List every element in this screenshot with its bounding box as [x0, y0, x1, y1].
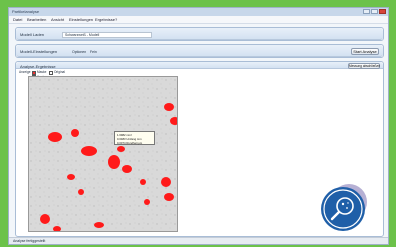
minimize-button[interactable]: [363, 9, 370, 14]
finish-measurement-button[interactable]: Messung abschließen: [348, 63, 380, 69]
tooltip-roundness: 0.0074 Rundheit µm: [117, 141, 143, 145]
model-file-value: Schwarzweiß - Modell: [65, 33, 100, 37]
mask-checkbox[interactable]: [32, 70, 36, 75]
option-value[interactable]: Fein: [90, 50, 97, 54]
menu-item-results[interactable]: Ergebnisse: [95, 17, 115, 22]
menu-item-file[interactable]: Datei: [13, 17, 22, 22]
model-load-title: Modell Laden: [20, 32, 45, 37]
analysis-logo-icon: [321, 184, 367, 231]
model-file-field[interactable]: Schwarzweiß - Modell: [62, 32, 152, 38]
close-button[interactable]: [379, 9, 386, 14]
results-title: Analyse-Ergebnisse: [20, 63, 56, 69]
start-analysis-button[interactable]: Start Analyse: [351, 48, 379, 55]
model-settings-panel: Modell-Einstellungen Optionen Fein Start…: [15, 44, 384, 58]
menu-item-view[interactable]: Ansicht: [51, 17, 64, 22]
model-load-panel: Modell Laden Schwarzweiß - Modell: [15, 27, 384, 41]
menu-item-settings[interactable]: Einstellungen: [69, 17, 93, 22]
original-label: Original: [54, 70, 65, 74]
results-header: [16, 62, 383, 69]
menu-item-help[interactable]: ?: [115, 17, 117, 22]
model-settings-title: Modell-Einstellungen: [20, 49, 58, 54]
status-text: Analyse fertiggestellt: [13, 239, 46, 243]
menu-item-edit[interactable]: Bearbeiten: [27, 17, 46, 22]
menu-bar: Datei Bearbeiten Ansicht Einstellungen E…: [9, 16, 388, 24]
measurement-tooltip: 1.6982 mm² 0.0483 Umfang mm 0.0074 Rundh…: [114, 131, 155, 145]
maximize-button[interactable]: [371, 9, 378, 14]
view-label: Anzeige: [19, 70, 31, 74]
mask-label: Maske: [37, 70, 47, 74]
analysis-image[interactable]: 1.6982 mm² 0.0483 Umfang mm 0.0074 Rundh…: [28, 76, 178, 232]
particle-image: [29, 77, 177, 231]
status-bar: Analyse fertiggestellt: [9, 237, 388, 244]
window-title: Partikelanalyse: [12, 9, 40, 14]
option-label: Optionen: [72, 49, 87, 54]
title-bar: Partikelanalyse: [9, 8, 388, 16]
